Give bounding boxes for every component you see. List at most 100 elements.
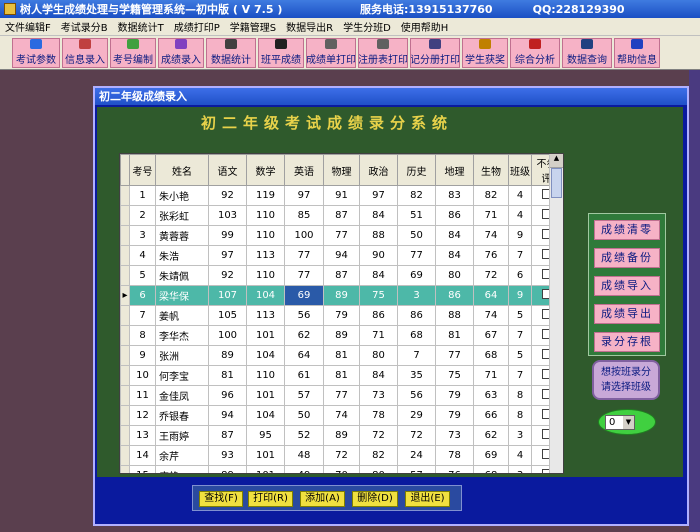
table-cell[interactable]: 51 bbox=[397, 205, 436, 226]
table-cell[interactable]: 72 bbox=[473, 265, 509, 286]
table-row[interactable]: 4 朱浩 97 113 77 94 90 77 84 76 7 bbox=[120, 245, 562, 266]
table-cell[interactable]: 81 bbox=[323, 345, 360, 366]
table-cell[interactable]: 64 bbox=[284, 345, 324, 366]
table-cell[interactable]: 94 bbox=[323, 245, 360, 266]
toolbar-button-12[interactable]: 帮助信息 bbox=[614, 37, 660, 68]
table-cell[interactable]: 7 bbox=[397, 345, 436, 366]
table-cell[interactable]: 15 bbox=[129, 465, 156, 473]
table-cell[interactable]: 70 bbox=[323, 465, 360, 473]
table-cell[interactable]: 72 bbox=[359, 425, 398, 446]
table-cell[interactable]: 73 bbox=[435, 425, 474, 446]
table-cell[interactable]: 61 bbox=[284, 365, 324, 386]
table-cell[interactable]: 86 bbox=[435, 285, 474, 306]
table-cell[interactable]: 89 bbox=[208, 345, 247, 366]
table-cell[interactable]: 姜帆 bbox=[155, 305, 209, 326]
table-cell[interactable]: 68 bbox=[397, 325, 436, 346]
table-cell[interactable]: 62 bbox=[284, 325, 324, 346]
table-cell[interactable]: 梁华保 bbox=[155, 285, 209, 306]
table-cell[interactable]: 5 bbox=[129, 265, 156, 286]
toolbar-button-1[interactable]: 信息录入 bbox=[62, 37, 108, 68]
toolbar-button-5[interactable]: 班平成绩 bbox=[258, 37, 304, 68]
table-cell[interactable]: 李华杰 bbox=[155, 325, 209, 346]
column-header[interactable]: 班级 bbox=[508, 154, 532, 186]
table-cell[interactable]: 56 bbox=[284, 305, 324, 326]
table-cell[interactable]: 85 bbox=[284, 205, 324, 226]
table-cell[interactable]: 5 bbox=[508, 305, 532, 326]
toolbar-button-4[interactable]: 数据统计 bbox=[206, 37, 256, 68]
table-cell[interactable]: 87 bbox=[323, 205, 360, 226]
table-cell[interactable]: 62 bbox=[473, 425, 509, 446]
class-select[interactable]: 0 ▼ bbox=[605, 415, 635, 430]
table-cell[interactable]: 104 bbox=[246, 345, 285, 366]
column-header[interactable]: 物理 bbox=[323, 154, 360, 186]
table-cell[interactable]: 2 bbox=[129, 205, 156, 226]
table-cell[interactable]: 77 bbox=[284, 265, 324, 286]
table-cell[interactable]: 101 bbox=[246, 385, 285, 406]
table-cell[interactable]: 73 bbox=[359, 385, 398, 406]
table-cell[interactable]: 105 bbox=[208, 305, 247, 326]
table-cell[interactable]: 68 bbox=[473, 345, 509, 366]
table-cell[interactable]: 9 bbox=[508, 225, 532, 246]
table-cell[interactable]: 79 bbox=[435, 385, 474, 406]
table-cell[interactable]: 77 bbox=[323, 225, 360, 246]
table-cell[interactable]: 92 bbox=[208, 265, 247, 286]
table-cell[interactable]: 81 bbox=[208, 365, 247, 386]
table-cell[interactable]: 79 bbox=[323, 305, 360, 326]
table-cell[interactable]: 63 bbox=[473, 385, 509, 406]
table-row[interactable]: 3 黄蓉蓉 99 110 100 77 88 50 84 74 9 bbox=[120, 225, 562, 246]
table-cell[interactable]: 104 bbox=[246, 405, 285, 426]
table-cell[interactable]: 11 bbox=[129, 385, 156, 406]
menu-item-6[interactable]: 学生分班D bbox=[338, 19, 396, 34]
table-cell[interactable]: 89 bbox=[323, 325, 360, 346]
table-cell[interactable]: 朱浩 bbox=[155, 245, 209, 266]
action-button-0[interactable]: 成绩清零 bbox=[594, 220, 660, 240]
table-cell[interactable]: 67 bbox=[473, 325, 509, 346]
table-row[interactable]: 10 何李宝 81 110 61 81 84 35 75 71 7 bbox=[120, 365, 562, 386]
scroll-thumb[interactable] bbox=[551, 168, 562, 198]
table-cell[interactable]: 89 bbox=[323, 425, 360, 446]
column-header[interactable]: 历史 bbox=[397, 154, 436, 186]
menu-item-3[interactable]: 成绩打印P bbox=[169, 19, 225, 34]
bottom-button-4[interactable]: 退出(E) bbox=[405, 491, 450, 507]
column-header[interactable]: 地理 bbox=[435, 154, 474, 186]
table-cell[interactable]: 8 bbox=[129, 325, 156, 346]
table-cell[interactable]: 8 bbox=[508, 385, 532, 406]
table-cell[interactable]: 35 bbox=[397, 365, 436, 386]
table-cell[interactable]: 97 bbox=[208, 245, 247, 266]
scroll-up-icon[interactable]: ▲ bbox=[550, 154, 563, 168]
table-cell[interactable]: 110 bbox=[246, 205, 285, 226]
toolbar-button-9[interactable]: 学生获奖 bbox=[462, 37, 508, 68]
table-cell[interactable]: 余芹 bbox=[155, 445, 209, 466]
table-cell[interactable]: 81 bbox=[323, 365, 360, 386]
table-cell[interactable]: 87 bbox=[323, 265, 360, 286]
table-row[interactable]: 15庄艳891014970805776683 bbox=[120, 465, 562, 473]
menu-item-5[interactable]: 数据导出R bbox=[281, 19, 338, 34]
table-cell[interactable]: 57 bbox=[284, 385, 324, 406]
bottom-button-3[interactable]: 删除(D) bbox=[352, 491, 398, 507]
menu-item-1[interactable]: 考试录分B bbox=[56, 19, 113, 34]
table-cell[interactable]: 29 bbox=[397, 405, 436, 426]
table-cell[interactable]: 庄艳 bbox=[155, 465, 209, 473]
table-cell[interactable]: 119 bbox=[246, 185, 285, 206]
table-row[interactable]: 8 李华杰 100 101 62 89 71 68 81 67 7 bbox=[120, 325, 562, 346]
column-header[interactable]: 政治 bbox=[359, 154, 398, 186]
table-cell[interactable]: 69 bbox=[397, 265, 436, 286]
menu-item-2[interactable]: 数据统计T bbox=[113, 19, 169, 34]
table-cell[interactable]: 113 bbox=[246, 305, 285, 326]
table-row[interactable]: ▸ 6 梁华保 107 104 69 89 75 3 86 64 9 bbox=[120, 285, 562, 306]
table-cell[interactable]: 52 bbox=[284, 425, 324, 446]
table-cell[interactable]: 88 bbox=[359, 225, 398, 246]
table-cell[interactable]: 王雨婷 bbox=[155, 425, 209, 446]
table-cell[interactable]: 朱小艳 bbox=[155, 185, 209, 206]
menu-item-0[interactable]: 文件编辑F bbox=[0, 19, 56, 34]
table-cell[interactable]: 97 bbox=[284, 185, 324, 206]
toolbar-button-3[interactable]: 成绩录入 bbox=[158, 37, 204, 68]
bottom-button-1[interactable]: 打印(R) bbox=[248, 491, 293, 507]
table-cell[interactable]: 93 bbox=[208, 445, 247, 466]
toolbar-button-10[interactable]: 综合分析 bbox=[510, 37, 560, 68]
table-cell[interactable]: 10 bbox=[129, 365, 156, 386]
action-button-4[interactable]: 录分存根 bbox=[594, 332, 660, 352]
table-cell[interactable]: 7 bbox=[129, 305, 156, 326]
table-cell[interactable]: 110 bbox=[246, 225, 285, 246]
table-cell[interactable]: 76 bbox=[473, 245, 509, 266]
